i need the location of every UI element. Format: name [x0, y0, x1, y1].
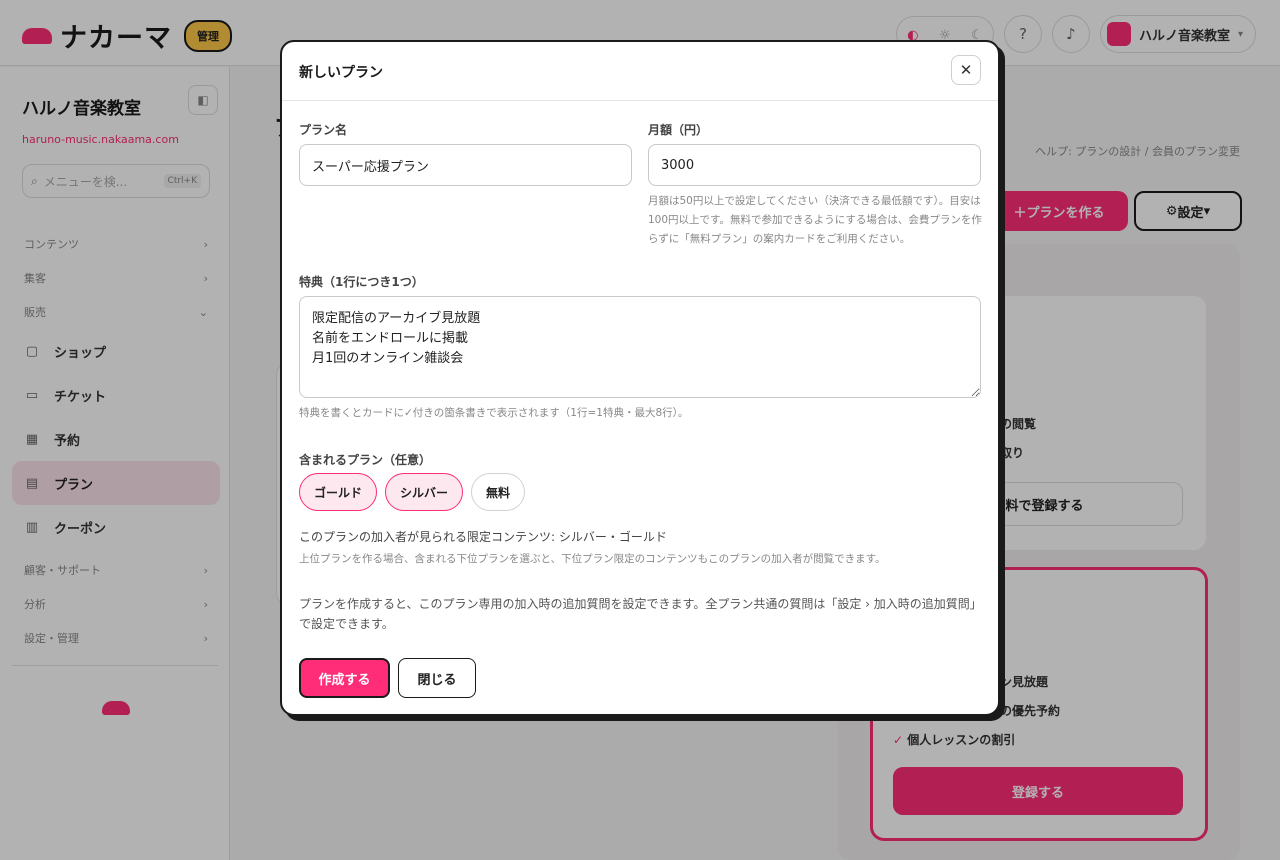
benefits-label: 特典（1行につき1つ） — [299, 275, 424, 289]
plan-chip-gold[interactable]: ゴールド — [299, 473, 378, 511]
close-button[interactable]: 閉じる — [398, 658, 476, 698]
plan-chip-free[interactable]: 無料 — [471, 473, 526, 511]
close-icon[interactable]: ✕ — [951, 55, 981, 85]
dialog-header: 新しいプラン ✕ — [282, 42, 998, 101]
included-plans-help-text: 上位プランを作る場合、含まれる下位プランを選ぶと、下位プラン限定のコンテンツもこ… — [299, 553, 886, 565]
create-button[interactable]: 作成する — [299, 658, 390, 698]
plan-chip-silver[interactable]: シルバー — [385, 473, 464, 511]
included-plans-label: 含まれるプラン（任意） — [299, 453, 432, 467]
new-plan-dialog: 新しいプラン ✕ プラン名 月額（円） 月額は50円以上で設定してください（決済… — [280, 40, 1000, 716]
price-field[interactable] — [648, 144, 981, 186]
dialog-title: 新しいプラン — [299, 65, 383, 81]
limited-content-summary: このプランの加入者が見られる限定コンテンツ: シルバー・ゴールド — [299, 530, 667, 544]
additional-questions-note: プランを作成すると、このプラン専用の加入時の追加質問を設定できます。全プラン共通… — [299, 597, 976, 631]
benefits-field[interactable]: 限定配信のアーカイブ見放題 名前をエンドロールに掲載 月1回のオンライン雑談会 — [299, 296, 981, 398]
price-help-text: 月額は50円以上で設定してください（決済できる最低額です）。目安は100円以上で… — [648, 195, 982, 245]
included-plans-group: ゴールド シルバー 無料 — [299, 473, 526, 511]
plan-name-label: プラン名 — [299, 123, 348, 137]
benefits-help-text: 特典を書くとカードに✓付きの箇条書きで表示されます（1行=1特典・最大8行）。 — [299, 407, 689, 419]
plan-name-field[interactable] — [299, 144, 632, 186]
price-label: 月額（円） — [648, 123, 709, 137]
